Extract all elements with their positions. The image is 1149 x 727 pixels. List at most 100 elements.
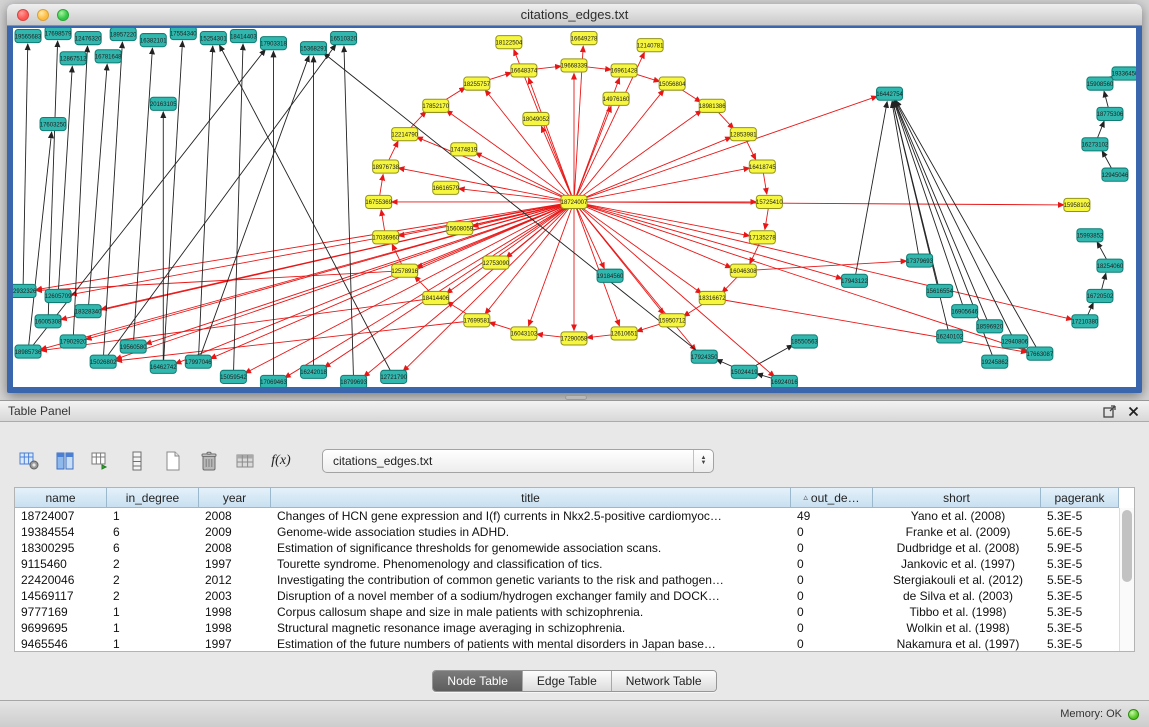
network-node[interactable]: 18414406 bbox=[422, 291, 449, 304]
memory-status-icon[interactable] bbox=[1128, 709, 1139, 720]
network-edge[interactable] bbox=[854, 102, 887, 281]
network-node[interactable]: 12945046 bbox=[1102, 168, 1129, 181]
network-node[interactable]: 17379693 bbox=[906, 254, 933, 267]
show-columns-button[interactable] bbox=[52, 448, 78, 474]
network-node[interactable]: 16382101 bbox=[140, 34, 167, 47]
column-header-name[interactable]: name bbox=[15, 488, 107, 507]
network-node[interactable]: 16005308 bbox=[35, 315, 62, 328]
window-titlebar[interactable]: citations_edges.txt bbox=[7, 4, 1142, 26]
network-node[interactable]: 17699581 bbox=[464, 314, 491, 327]
close-panel-button[interactable] bbox=[1125, 403, 1141, 419]
network-node[interactable]: 19565683 bbox=[15, 30, 42, 43]
edit-table-button[interactable] bbox=[88, 448, 114, 474]
network-node[interactable]: 12721790 bbox=[380, 370, 407, 383]
network-node[interactable]: 16273102 bbox=[1082, 138, 1109, 151]
network-node[interactable]: 17474819 bbox=[450, 143, 477, 156]
column-header-year[interactable]: year bbox=[199, 488, 271, 507]
network-edge[interactable] bbox=[476, 153, 574, 202]
network-node[interactable]: 18049052 bbox=[523, 112, 550, 125]
network-node[interactable]: 16242018 bbox=[300, 365, 327, 378]
import-table-button[interactable] bbox=[232, 448, 258, 474]
network-node[interactable]: 16046308 bbox=[730, 264, 757, 277]
network-node[interactable]: 18985736 bbox=[15, 345, 42, 358]
table-row[interactable]: 1938455462009Genome-wide association stu… bbox=[15, 524, 1119, 540]
tab-node-table[interactable]: Node Table bbox=[433, 671, 522, 691]
network-node[interactable]: 15908560 bbox=[1087, 77, 1114, 90]
network-node[interactable]: 12605709 bbox=[45, 289, 72, 302]
network-node[interactable]: 18799693 bbox=[340, 375, 367, 387]
network-node[interactable]: 18724007 bbox=[561, 195, 588, 208]
network-node[interactable]: 12476320 bbox=[75, 32, 102, 45]
network-node[interactable]: 15950712 bbox=[659, 314, 686, 327]
new-column-button[interactable] bbox=[160, 448, 186, 474]
network-edge[interactable] bbox=[574, 202, 1072, 320]
network-node[interactable]: 16781648 bbox=[95, 50, 122, 63]
network-node[interactable]: 15725410 bbox=[756, 195, 783, 208]
network-edge[interactable] bbox=[344, 46, 354, 382]
network-node[interactable]: 20163105 bbox=[150, 97, 177, 110]
table-row[interactable]: 969969511998Structural magnetic resonanc… bbox=[15, 620, 1119, 636]
network-node[interactable]: 17924350 bbox=[691, 350, 718, 363]
network-node[interactable]: 15608059 bbox=[446, 222, 473, 235]
network-edge[interactable] bbox=[23, 44, 28, 291]
network-edge[interactable] bbox=[574, 110, 702, 201]
network-node[interactable]: 16648374 bbox=[511, 64, 538, 77]
network-node[interactable]: 18414403 bbox=[230, 30, 257, 43]
network-edge[interactable] bbox=[574, 202, 619, 326]
column-header-out-de-[interactable]: ▵out_de… bbox=[791, 488, 873, 507]
network-node[interactable]: 18981386 bbox=[699, 99, 726, 112]
network-node[interactable]: 16442754 bbox=[876, 87, 903, 100]
network-node[interactable]: 17997046 bbox=[185, 355, 212, 368]
network-edge[interactable] bbox=[73, 46, 87, 341]
network-node[interactable]: 16649278 bbox=[571, 32, 598, 45]
network-edge[interactable] bbox=[574, 137, 731, 202]
table-row[interactable]: 1456911722003Disruption of a novel membe… bbox=[15, 588, 1119, 604]
network-node[interactable]: 15024419 bbox=[731, 365, 758, 378]
network-node[interactable]: 12940806 bbox=[1001, 335, 1028, 348]
function-builder-button[interactable]: f(x) bbox=[268, 448, 294, 474]
network-edge[interactable] bbox=[88, 64, 107, 311]
network-node[interactable]: 17135278 bbox=[749, 231, 776, 244]
table-row[interactable]: 2242004622012Investigating the contribut… bbox=[15, 572, 1119, 588]
network-node[interactable]: 17036960 bbox=[372, 231, 399, 244]
table-row[interactable]: 946554611997Estimation of the future num… bbox=[15, 636, 1119, 651]
network-node[interactable]: 12932326 bbox=[13, 284, 37, 297]
table-options-button[interactable] bbox=[16, 448, 42, 474]
network-node[interactable]: 16905646 bbox=[951, 305, 978, 318]
network-node[interactable]: 16924016 bbox=[771, 375, 798, 387]
network-node[interactable]: 16240102 bbox=[936, 330, 963, 343]
network-node[interactable]: 17603250 bbox=[40, 117, 67, 130]
network-node[interactable]: 19336450 bbox=[1112, 67, 1136, 80]
network-edge[interactable] bbox=[574, 96, 877, 202]
network-node[interactable]: 17290058 bbox=[561, 332, 588, 345]
network-edge[interactable] bbox=[574, 202, 604, 269]
network-node[interactable]: 16961428 bbox=[611, 64, 638, 77]
network-node[interactable]: 15059542 bbox=[220, 370, 247, 383]
network-node[interactable]: 18775306 bbox=[1097, 107, 1124, 120]
network-node[interactable]: 18122504 bbox=[496, 36, 523, 49]
network-node[interactable]: 12753090 bbox=[483, 256, 510, 269]
network-node[interactable]: 16043102 bbox=[511, 327, 538, 340]
network-node[interactable]: 16462742 bbox=[150, 360, 177, 373]
network-node[interactable]: 17663087 bbox=[1027, 347, 1054, 360]
network-node[interactable]: 18976738 bbox=[372, 160, 399, 173]
network-edge[interactable] bbox=[198, 46, 212, 362]
network-node[interactable]: 17943122 bbox=[841, 274, 868, 287]
table-row[interactable]: 911546021997Tourette syndrome. Phenomeno… bbox=[15, 556, 1119, 572]
network-node[interactable]: 17852170 bbox=[422, 99, 449, 112]
network-node[interactable]: 18596920 bbox=[976, 320, 1003, 333]
network-node[interactable]: 12140781 bbox=[637, 39, 664, 52]
network-node[interactable]: 17698579 bbox=[45, 28, 72, 40]
network-node[interactable]: 15254301 bbox=[200, 32, 227, 45]
network-node[interactable]: 15026802 bbox=[90, 355, 117, 368]
network-node[interactable]: 19668339 bbox=[561, 59, 588, 72]
network-node[interactable]: 14976160 bbox=[603, 92, 630, 105]
network-node[interactable]: 12867512 bbox=[60, 52, 87, 65]
network-edge[interactable] bbox=[574, 202, 774, 377]
network-node[interactable]: 12578916 bbox=[391, 264, 418, 277]
network-node[interactable]: 15958102 bbox=[1064, 198, 1091, 211]
network-node[interactable]: 17554340 bbox=[170, 28, 197, 40]
network-edge[interactable] bbox=[574, 202, 1064, 205]
network-edge[interactable] bbox=[892, 102, 920, 261]
network-edge[interactable] bbox=[403, 202, 574, 371]
